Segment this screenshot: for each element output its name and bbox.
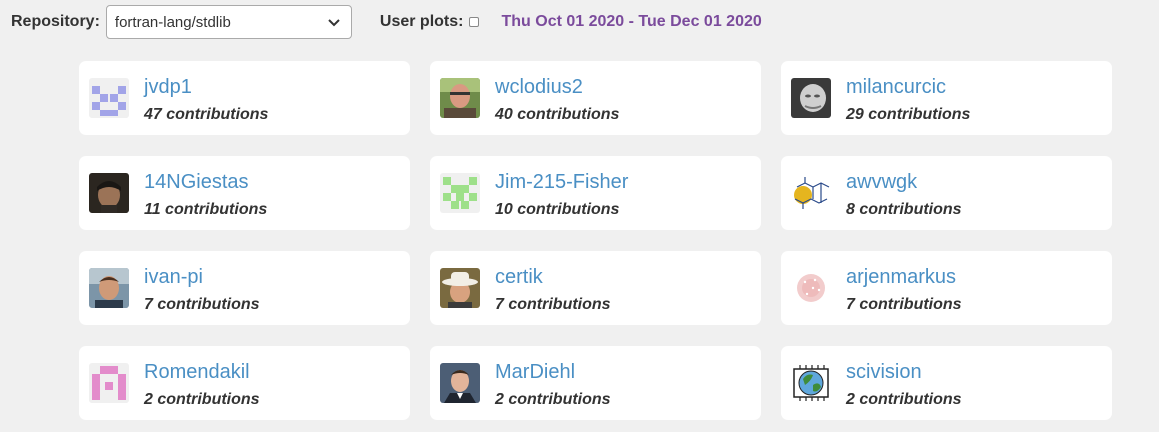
contribution-count: 29 contributions (846, 106, 971, 123)
contributor-username-link[interactable]: milancurcic (846, 76, 946, 99)
toolbar: Repository: fortran-lang/stdlib User plo… (11, 4, 762, 40)
avatar[interactable] (89, 363, 129, 403)
contribution-count: 8 contributions (846, 201, 962, 218)
repository-select[interactable]: fortran-lang/stdlib (105, 5, 352, 39)
contributor-card: certik 7 contributions (430, 251, 761, 325)
contributor-username-link[interactable]: scivision (846, 361, 922, 384)
contributor-card: scivision 2 contributions (781, 346, 1112, 420)
contributor-username-link[interactable]: Jim-215-Fisher (495, 171, 628, 194)
contributor-card: jvdp1 47 contributions (79, 61, 410, 135)
avatar[interactable] (89, 173, 129, 213)
date-range: Thu Oct 01 2020 - Tue Dec 01 2020 (501, 13, 762, 30)
contribution-count: 40 contributions (495, 106, 620, 123)
contribution-count: 2 contributions (495, 391, 611, 408)
contribution-count: 7 contributions (144, 296, 260, 313)
contributor-username-link[interactable]: jvdp1 (144, 76, 192, 99)
contributor-username-link[interactable]: ivan-pi (144, 266, 203, 289)
contributor-card: milancurcic 29 contributions (781, 61, 1112, 135)
avatar[interactable] (791, 363, 831, 403)
contributor-card: arjenmarkus 7 contributions (781, 251, 1112, 325)
contribution-count: 2 contributions (144, 391, 260, 408)
contributor-card: 14NGiestas 11 contributions (79, 156, 410, 230)
contributor-card: Romendakil 2 contributions (79, 346, 410, 420)
chevron-down-icon (327, 15, 341, 29)
avatar[interactable] (791, 173, 831, 213)
avatar[interactable] (89, 78, 129, 118)
contributor-card: wclodius2 40 contributions (430, 61, 761, 135)
contributor-card: awvwgk 8 contributions (781, 156, 1112, 230)
contributor-username-link[interactable]: 14NGiestas (144, 171, 249, 194)
contributor-username-link[interactable]: wclodius2 (495, 76, 583, 99)
avatar[interactable] (440, 78, 480, 118)
avatar[interactable] (440, 268, 480, 308)
avatar[interactable] (791, 78, 831, 118)
user-plots-checkbox[interactable] (469, 17, 480, 27)
contribution-count: 10 contributions (495, 201, 620, 218)
contributor-username-link[interactable]: awvwgk (846, 171, 917, 194)
contributor-username-link[interactable]: Romendakil (144, 361, 250, 384)
contributor-card: ivan-pi 7 contributions (79, 251, 410, 325)
contributor-card: Jim-215-Fisher 10 contributions (430, 156, 761, 230)
avatar[interactable] (440, 363, 480, 403)
repository-label: Repository: (11, 13, 100, 30)
contributor-card: MarDiehl 2 contributions (430, 346, 761, 420)
contribution-count: 2 contributions (846, 391, 962, 408)
avatar[interactable] (89, 268, 129, 308)
contribution-count: 7 contributions (495, 296, 611, 313)
user-plots-toggle: User plots: (380, 13, 480, 31)
contributor-username-link[interactable]: certik (495, 266, 543, 289)
contributor-username-link[interactable]: arjenmarkus (846, 266, 956, 289)
contribution-count: 47 contributions (144, 106, 269, 123)
contribution-count: 11 contributions (144, 201, 268, 218)
repository-select-value: fortran-lang/stdlib (114, 13, 231, 31)
contributor-username-link[interactable]: MarDiehl (495, 361, 575, 384)
user-plots-label: User plots: (379, 13, 464, 30)
avatar[interactable] (791, 268, 831, 308)
avatar[interactable] (440, 173, 480, 213)
contribution-count: 7 contributions (846, 296, 962, 313)
